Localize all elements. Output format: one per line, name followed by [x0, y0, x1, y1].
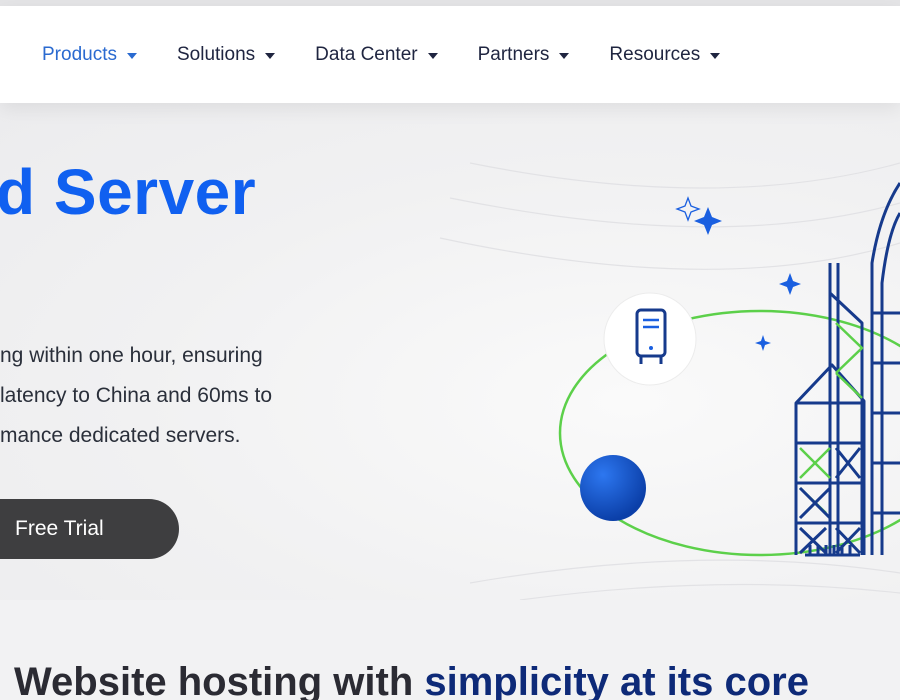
nav-data-center[interactable]: Data Center	[315, 43, 438, 66]
nav-solutions-label: Solutions	[176, 43, 256, 65]
chevron-down-icon	[710, 52, 721, 59]
nav-partners[interactable]: Partners	[478, 44, 570, 66]
nav-resources[interactable]: Resources	[609, 43, 721, 66]
nav-data-center-label: Data Center	[315, 43, 418, 65]
hero-description-line-3: mance dedicated servers.	[0, 424, 241, 447]
sparkle-icon	[675, 196, 801, 351]
hero-section: d Server ng within one hour, ensuring la…	[0, 103, 900, 600]
hero-description: ng within one hour, ensuring latency to …	[0, 336, 272, 456]
section-title-bold: simplicity at its core	[424, 660, 809, 700]
nav-resources-label: Resources	[609, 43, 701, 65]
section-title: Website hosting with simplicity at its c…	[14, 660, 809, 700]
nav-products-label: Products	[42, 43, 117, 65]
server-icon	[603, 292, 697, 386]
chevron-down-icon	[265, 52, 276, 59]
hero-description-line-1: ng within one hour, ensuring	[0, 344, 263, 367]
chevron-down-icon	[559, 52, 570, 59]
nav-partners-label: Partners	[477, 43, 550, 65]
hero-description-line-2: latency to China and 60ms to	[0, 384, 272, 407]
free-trial-button[interactable]: Free Trial	[0, 499, 179, 559]
main-navbar: Products Solutions Data Center Partners …	[0, 6, 900, 103]
nav-solutions[interactable]: Solutions	[176, 43, 276, 66]
chevron-down-icon	[126, 52, 137, 59]
hero-title: d Server	[0, 156, 257, 228]
section-title-regular: Website hosting with	[14, 660, 425, 700]
nav-products[interactable]: Products	[42, 44, 137, 66]
free-trial-label: Free Trial	[15, 517, 104, 540]
skyscraper-illustration	[794, 182, 900, 557]
chevron-down-icon	[427, 52, 438, 59]
globe-ball-icon	[580, 455, 646, 521]
